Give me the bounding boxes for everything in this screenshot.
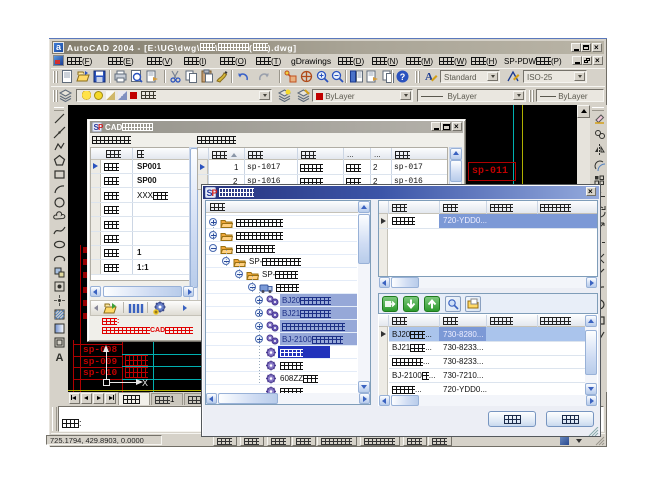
svg-text:A: A	[425, 71, 433, 83]
svg-text:?: ?	[400, 72, 406, 82]
svg-text:A: A	[56, 352, 64, 363]
